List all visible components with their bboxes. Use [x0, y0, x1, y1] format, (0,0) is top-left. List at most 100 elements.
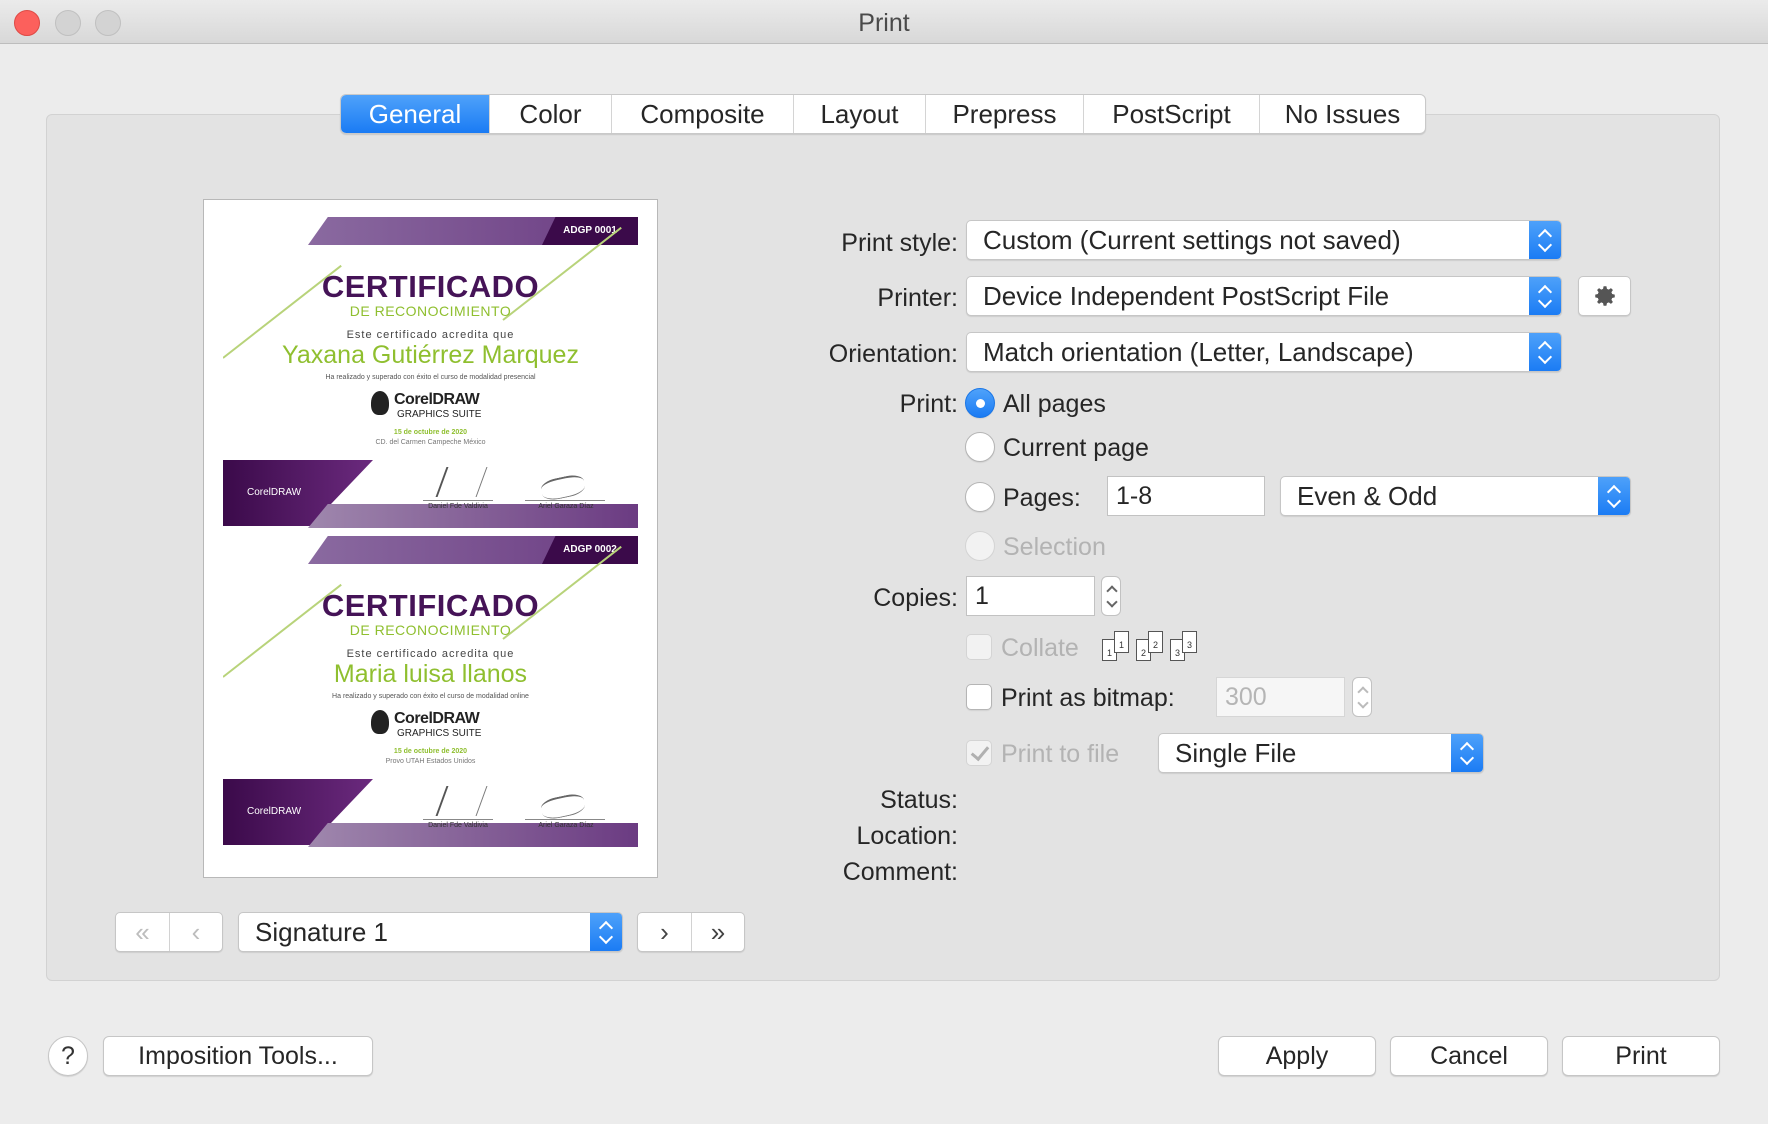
signer-name: Ariel Garaza Díaz: [538, 822, 594, 829]
help-button[interactable]: ?: [48, 1036, 88, 1076]
print-range-label: Print:: [899, 390, 958, 418]
collate-label: Collate: [1001, 634, 1079, 662]
bitmap-resolution-input[interactable]: 300: [1216, 677, 1345, 717]
certificate-place: Provo UTAH Estados Unidos: [385, 758, 476, 765]
collate-page: 1: [1114, 631, 1129, 653]
copies-label: Copies:: [873, 584, 958, 612]
updown-chevron-icon: [590, 913, 622, 951]
print-to-file-label: Print to file: [1001, 740, 1120, 768]
tab-color[interactable]: Color: [489, 95, 611, 133]
orientation-select[interactable]: Match orientation (Letter, Landscape): [966, 332, 1562, 372]
previous-page-icon[interactable]: ‹: [169, 913, 222, 951]
band-logo: CorelDRAW: [247, 487, 302, 498]
signature-select[interactable]: Signature 1: [238, 912, 623, 952]
balloon-icon: [371, 710, 389, 734]
printer-properties-button[interactable]: [1578, 276, 1631, 316]
logo-text: CorelDRAW: [394, 391, 480, 408]
tab-general[interactable]: General: [341, 95, 489, 133]
preview-nav-back: « ‹: [115, 912, 223, 952]
collate-page: 3: [1182, 631, 1197, 653]
all-pages-label: All pages: [1003, 390, 1106, 418]
tab-layout[interactable]: Layout: [793, 95, 925, 133]
signature-value: Signature 1: [255, 917, 388, 947]
balloon-icon: [371, 391, 389, 415]
certificate-place: CD. del Carmen Campeche México: [375, 439, 486, 446]
print-button[interactable]: Print: [1562, 1036, 1720, 1076]
coreldraw-logo: CorelDRAW GRAPHICS SUITE: [371, 708, 501, 742]
gear-icon: [1594, 286, 1615, 306]
status-label: Status:: [880, 786, 958, 814]
print-style-select[interactable]: Custom (Current settings not saved): [966, 220, 1562, 260]
signer-name: Ariel Garaza Díaz: [538, 503, 594, 510]
certificate-date: 15 de octubre de 2020: [393, 429, 468, 436]
preview-nav-forward: › »: [637, 912, 745, 952]
pages-label: Pages:: [1003, 484, 1081, 512]
updown-chevron-icon: [1529, 333, 1561, 371]
updown-chevron-icon: [1529, 221, 1561, 259]
pages-range-input[interactable]: 1-8: [1107, 476, 1265, 516]
certificate-code: ADGP 0002: [542, 536, 638, 564]
tab-postscript[interactable]: PostScript: [1083, 95, 1259, 133]
location-label: Location:: [856, 822, 958, 850]
even-odd-select[interactable]: Even & Odd: [1280, 476, 1631, 516]
signer-name: Daniel Fde Valdivia: [428, 822, 488, 829]
print-to-file-checkbox[interactable]: [966, 740, 992, 766]
comment-label: Comment:: [842, 858, 958, 886]
tab-prepress[interactable]: Prepress: [925, 95, 1083, 133]
selection-radio[interactable]: [965, 531, 995, 561]
updown-chevron-icon: [1451, 734, 1483, 772]
tab-no-issues[interactable]: No Issues: [1259, 95, 1425, 133]
copies-stepper[interactable]: [1101, 576, 1121, 616]
certificate-title: CERTIFICADO: [321, 269, 540, 304]
all-pages-radio[interactable]: [965, 388, 995, 418]
updown-chevron-icon: [1598, 477, 1630, 515]
certificate-title: CERTIFICADO: [321, 588, 540, 623]
certificate-line: Ha realizado y superado con éxito el cur…: [332, 693, 529, 700]
print-as-bitmap-checkbox[interactable]: [966, 684, 992, 710]
file-mode-select[interactable]: Single File: [1158, 733, 1484, 773]
bitmap-resolution-stepper[interactable]: [1352, 677, 1372, 717]
coreldraw-logo: CorelDRAW GRAPHICS SUITE: [371, 389, 501, 423]
file-mode-value: Single File: [1175, 738, 1297, 768]
title-bar: Print: [0, 0, 1768, 44]
logo-subtext: GRAPHICS SUITE: [397, 409, 482, 420]
current-page-radio[interactable]: [965, 432, 995, 462]
pages-radio[interactable]: [965, 482, 995, 512]
next-page-icon[interactable]: ›: [638, 913, 691, 951]
printer-select[interactable]: Device Independent PostScript File: [966, 276, 1562, 316]
imposition-tools-button[interactable]: Imposition Tools...: [103, 1036, 373, 1076]
certificate-subtitle: DE RECONOCIMIENTO: [349, 622, 512, 638]
first-page-icon[interactable]: «: [116, 913, 169, 951]
selection-label: Selection: [1003, 533, 1106, 561]
certificate-date: 15 de octubre de 2020: [393, 748, 468, 755]
certificate-code: ADGP 0001: [542, 217, 638, 245]
tab-bar: General Color Composite Layout Prepress …: [340, 94, 1426, 134]
window-title: Print: [858, 9, 910, 37]
signature: [423, 790, 493, 820]
certificate-line: Este certificado acredita que: [346, 329, 515, 341]
certificate-preview: ADGP 0002 CERTIFICADO DE RECONOCIMIENTO …: [223, 536, 638, 855]
even-odd-value: Even & Odd: [1297, 481, 1438, 511]
collate-checkbox[interactable]: [966, 634, 992, 660]
signer-name: Daniel Fde Valdivia: [428, 503, 488, 510]
logo-subtext: GRAPHICS SUITE: [397, 728, 482, 739]
tab-composite[interactable]: Composite: [611, 95, 793, 133]
apply-button[interactable]: Apply: [1218, 1036, 1376, 1076]
certificate-subtitle: DE RECONOCIMIENTO: [349, 303, 512, 319]
last-page-icon[interactable]: »: [691, 913, 744, 951]
signature: [525, 471, 605, 501]
collate-page: 2: [1148, 631, 1163, 653]
signature: [525, 790, 605, 820]
printer-value: Device Independent PostScript File: [983, 281, 1390, 311]
print-as-bitmap-label: Print as bitmap:: [1001, 684, 1175, 712]
copies-input[interactable]: 1: [966, 576, 1095, 616]
current-page-label: Current page: [1003, 434, 1149, 462]
band-logo: CorelDRAW: [247, 806, 302, 817]
cancel-button[interactable]: Cancel: [1390, 1036, 1548, 1076]
signature: [423, 471, 493, 501]
print-style-label: Print style:: [841, 229, 958, 257]
collate-pages-icon: 1 1 2 2 3 3: [1102, 631, 1202, 663]
print-preview: ADGP 0001 CERTIFICADO DE RECONOCIMIENTO …: [203, 199, 658, 878]
printer-label: Printer:: [877, 284, 958, 312]
recipient-name: Maria luisa llanos: [333, 660, 528, 688]
